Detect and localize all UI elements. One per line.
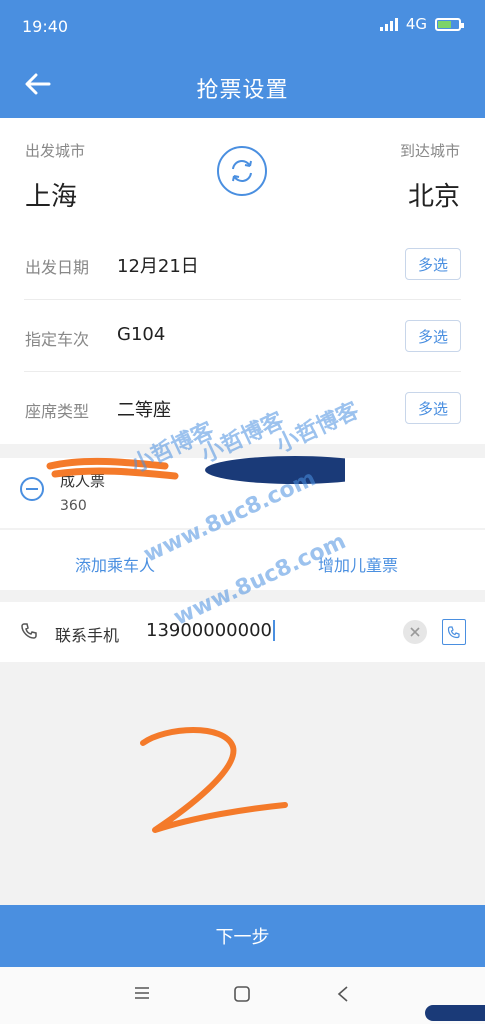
from-city-label: 出发城市	[25, 142, 86, 160]
phone-icon	[20, 622, 38, 644]
swap-cities-icon[interactable]	[217, 146, 267, 196]
to-city[interactable]: 北京	[408, 176, 460, 213]
seat-multiselect-button[interactable]: 多选	[405, 392, 461, 424]
home-icon[interactable]	[233, 985, 251, 1007]
train-value: G104	[117, 324, 166, 345]
contact-label: 联系手机	[55, 626, 120, 645]
date-value: 12月21日	[117, 256, 199, 277]
date-row[interactable]: 出发日期 12月21日 多选	[0, 228, 485, 300]
passenger-id: 360	[60, 498, 87, 514]
seat-label: 座席类型	[25, 402, 90, 421]
date-label: 出发日期	[25, 258, 90, 277]
seat-value: 二等座	[117, 400, 171, 421]
battery-icon	[435, 17, 464, 31]
network-type: 4G	[405, 15, 427, 33]
phone-input[interactable]: 13900000000	[146, 620, 275, 641]
seat-row[interactable]: 座席类型 二等座 多选	[0, 372, 485, 444]
menu-icon[interactable]	[133, 985, 151, 1005]
redaction-scribble	[425, 1005, 485, 1021]
train-multiselect-button[interactable]: 多选	[405, 320, 461, 352]
to-city-label: 到达城市	[399, 142, 460, 160]
clear-icon[interactable]	[403, 620, 427, 644]
add-child-ticket-link[interactable]: 增加儿童票	[318, 552, 398, 576]
remove-passenger-icon[interactable]	[20, 477, 44, 501]
system-nav-bar	[0, 967, 485, 1024]
date-multiselect-button[interactable]: 多选	[405, 248, 461, 280]
train-label: 指定车次	[25, 330, 90, 349]
page-title: 抢票设置	[196, 78, 289, 103]
train-row[interactable]: 指定车次 G104 多选	[0, 300, 485, 372]
next-step-button[interactable]: 下一步	[0, 905, 485, 967]
from-city[interactable]: 上海	[25, 176, 77, 213]
handwritten-number-mark	[140, 727, 288, 833]
signal-icon	[379, 17, 398, 31]
add-passenger-link[interactable]: 添加乘车人	[75, 552, 155, 576]
status-bar: 19:40 4G	[0, 0, 485, 52]
redaction-scribble	[46, 456, 345, 484]
back-nav-icon[interactable]	[336, 985, 350, 1007]
status-time: 19:40	[22, 17, 69, 36]
header-bar: 抢票设置	[0, 52, 485, 118]
add-passenger-row	[0, 530, 485, 590]
contacts-book-icon[interactable]	[442, 619, 466, 645]
